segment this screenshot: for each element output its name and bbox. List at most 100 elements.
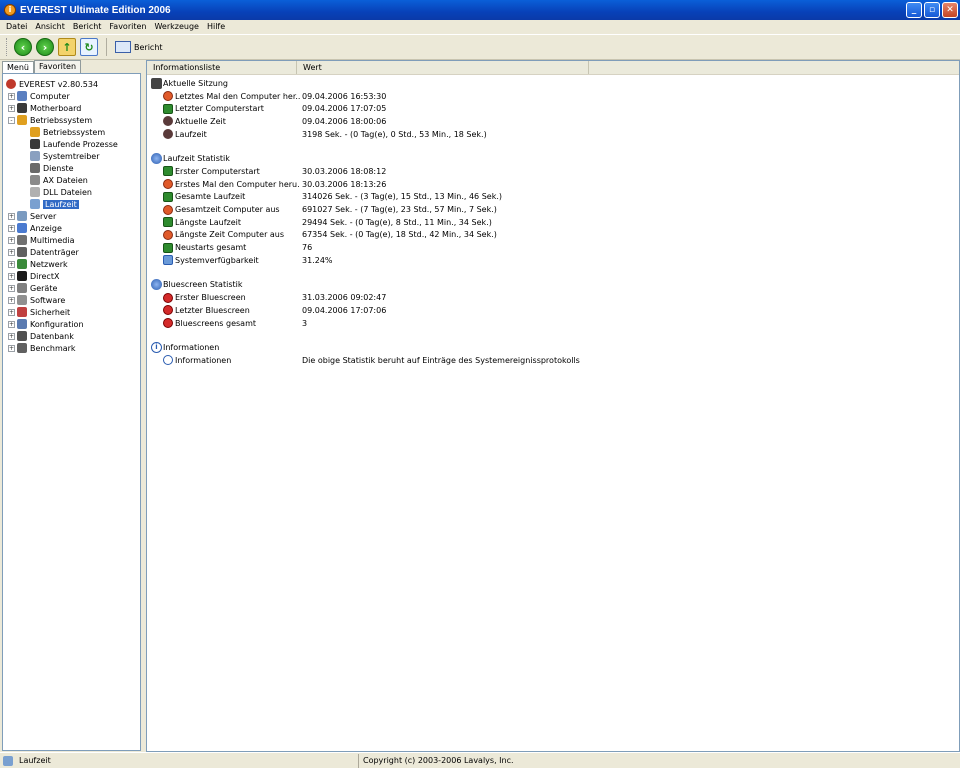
tree-item[interactable]: + Server [3, 210, 140, 222]
tree-item-icon [17, 115, 27, 125]
menu-ansicht[interactable]: Ansicht [31, 22, 69, 31]
tree-item-icon [17, 91, 27, 101]
menu-hilfe[interactable]: Hilfe [203, 22, 229, 31]
section-header: Bluescreen Statistik [151, 279, 951, 292]
list-item[interactable]: Laufzeit 3198 Sek. - (0 Tag(e), 0 Std., 5… [151, 128, 951, 141]
expand-icon[interactable]: + [8, 212, 15, 220]
tree-item[interactable]: + Benchmark [3, 342, 140, 354]
tree-item[interactable]: + Netzwerk [3, 258, 140, 270]
column-informationsliste[interactable]: Informationsliste [147, 61, 297, 74]
column-wert[interactable]: Wert [297, 61, 589, 74]
everest-app-icon[interactable]: i [4, 4, 16, 16]
item-value: 314026 Sek. - (3 Tag(e), 15 Std., 13 Min… [302, 192, 502, 202]
tree-item[interactable]: + Datenträger [3, 246, 140, 258]
item-value: 3198 Sek. - (0 Tag(e), 0 Std., 53 Min., … [302, 129, 487, 139]
tree-item[interactable]: Laufende Prozesse [3, 138, 140, 150]
title-bar[interactable]: i EVEREST Ultimate Edition 2006 _ ▫ ✕ [0, 0, 960, 20]
expand-icon[interactable]: + [8, 284, 15, 292]
everest-logo-icon [6, 79, 16, 89]
tree-item-icon [17, 283, 27, 293]
tree-item-label: Betriebssystem [43, 127, 106, 137]
tree-item[interactable]: - Betriebssystem [3, 114, 140, 126]
tree-item[interactable]: + Motherboard [3, 102, 140, 114]
tree-item[interactable]: Dienste [3, 162, 140, 174]
expand-icon[interactable]: + [8, 236, 15, 244]
forward-arrow-icon[interactable]: › [36, 38, 54, 56]
tree-root[interactable]: EVEREST v2.80.534 [3, 78, 140, 90]
tree-item[interactable]: AX Dateien [3, 174, 140, 186]
item-value: 31.24% [302, 255, 333, 265]
tree-item[interactable]: + DirectX [3, 270, 140, 282]
expand-icon[interactable]: + [8, 332, 15, 340]
back-arrow-icon[interactable]: ‹ [14, 38, 32, 56]
clock-icon [151, 77, 162, 89]
status-bar: Laufzeit Copyright (c) 2003-2006 Lavalys… [0, 752, 960, 768]
list-item[interactable]: Systemverfügbarkeit 31.24% [151, 254, 951, 267]
tree-item[interactable]: DLL Dateien [3, 186, 140, 198]
tree-item[interactable]: Systemtreiber [3, 150, 140, 162]
menu-datei[interactable]: Datei [2, 22, 31, 31]
expand-icon[interactable]: + [8, 260, 15, 268]
report-button[interactable]: Bericht [115, 41, 163, 53]
list-item[interactable]: Letzter Computerstart 09.04.2006 17:07:05 [151, 102, 951, 115]
list-item[interactable]: Gesamtzeit Computer aus 691027 Sek. - (7 … [151, 203, 951, 216]
item-label: Erster Computerstart [175, 166, 260, 176]
list-item[interactable]: Längste Laufzeit 29494 Sek. - (0 Tag(e), … [151, 216, 951, 229]
tree-item[interactable]: + Software [3, 294, 140, 306]
menu-bericht[interactable]: Bericht [69, 22, 106, 31]
tree-item[interactable]: Laufzeit [3, 198, 140, 210]
status-copyright: Copyright (c) 2003-2006 Lavalys, Inc. [363, 756, 514, 765]
tree-item-icon [17, 307, 27, 317]
list-item[interactable]: Aktuelle Zeit 09.04.2006 18:00:06 [151, 115, 951, 128]
tree-item[interactable]: + Konfiguration [3, 318, 140, 330]
tree-item[interactable]: + Sicherheit [3, 306, 140, 318]
list-item[interactable]: Erstes Mal den Computer heru... 30.03.200… [151, 178, 951, 191]
item-label: Bluescreens gesamt [175, 318, 257, 328]
tree-item[interactable]: + Multimedia [3, 234, 140, 246]
expand-icon[interactable]: + [8, 308, 15, 316]
column-header: Informationsliste Wert [147, 61, 959, 75]
tree-item[interactable]: Betriebssystem [3, 126, 140, 138]
item-value: 31.03.2006 09:02:47 [302, 293, 387, 303]
list-item[interactable]: Letztes Mal den Computer her... 09.04.200… [151, 90, 951, 103]
collapse-icon[interactable]: - [8, 116, 15, 124]
expand-icon[interactable]: + [8, 104, 15, 112]
tree-item[interactable]: + Datenbank [3, 330, 140, 342]
tree-item[interactable]: + Geräte [3, 282, 140, 294]
list-item[interactable]: Gesamte Laufzeit 314026 Sek. - (3 Tag(e),… [151, 191, 951, 204]
list-item[interactable]: Informationen Die obige Statistik beruht … [151, 354, 951, 367]
toolbar-grip[interactable] [6, 38, 8, 56]
column-empty [589, 61, 958, 74]
expand-icon[interactable]: + [8, 272, 15, 280]
list-item[interactable]: Bluescreens gesamt 3 [151, 317, 951, 330]
tree-item-icon [17, 235, 27, 245]
navigation-tree[interactable]: EVEREST v2.80.534 + Computer + Motherboard -… [2, 73, 141, 751]
up-folder-icon[interactable]: ↑ [58, 38, 76, 56]
refresh-icon[interactable]: ↻ [80, 38, 98, 56]
section-header: Laufzeit Statistik [151, 152, 951, 165]
maximize-button[interactable]: ▫ [924, 2, 940, 18]
expand-icon[interactable]: + [8, 296, 15, 304]
expand-icon[interactable]: + [8, 320, 15, 328]
expand-icon[interactable]: + [8, 92, 15, 100]
tab-favoriten[interactable]: Favoriten [33, 60, 82, 73]
expand-icon[interactable]: + [8, 344, 15, 352]
close-button[interactable]: ✕ [942, 2, 958, 18]
list-item[interactable]: Erster Computerstart 30.03.2006 18:08:12 [151, 165, 951, 178]
expand-icon[interactable]: + [8, 224, 15, 232]
expand-icon[interactable]: + [8, 248, 15, 256]
list-item[interactable]: Letzter Bluescreen 09.04.2006 17:07:06 [151, 304, 951, 317]
window-controls: _ ▫ ✕ [906, 2, 958, 18]
tree-item-label: Sicherheit [30, 307, 71, 317]
list-item[interactable]: Neustarts gesamt 76 [151, 241, 951, 254]
section-header: Aktuelle Sitzung [151, 77, 951, 90]
list-item[interactable]: Längste Zeit Computer aus 67354 Sek. - (0… [151, 229, 951, 242]
tree-item[interactable]: + Computer [3, 90, 140, 102]
item-label: Gesamtzeit Computer aus [175, 205, 280, 215]
menu-werkzeuge[interactable]: Werkzeuge [150, 22, 202, 31]
tree-item[interactable]: + Anzeige [3, 222, 140, 234]
menu-favoriten[interactable]: Favoriten [105, 22, 150, 31]
list-item[interactable]: Erster Bluescreen 31.03.2006 09:02:47 [151, 291, 951, 304]
red-status-icon [163, 305, 173, 316]
minimize-button[interactable]: _ [906, 2, 922, 18]
